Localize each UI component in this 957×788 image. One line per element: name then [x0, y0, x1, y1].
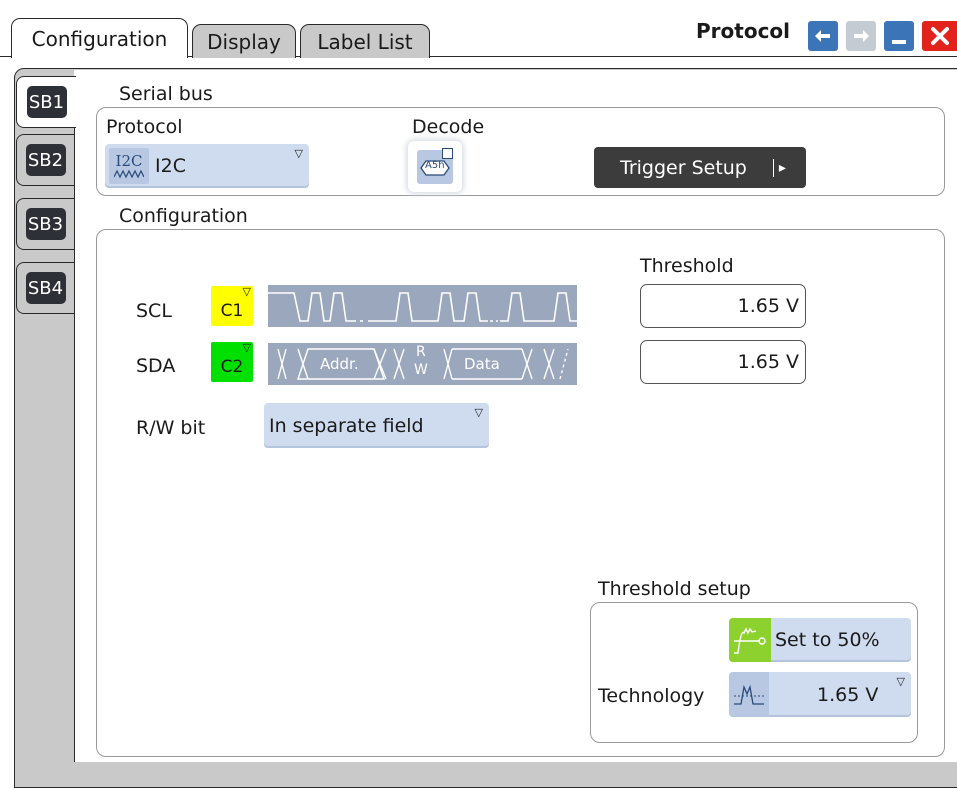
scl-threshold-value: 1.65 V	[737, 295, 799, 317]
side-tab-sb4-label: SB4	[25, 272, 66, 304]
redo-button[interactable]	[846, 21, 876, 51]
close-button[interactable]	[922, 21, 957, 51]
sda-wave-data: Data	[464, 355, 500, 373]
pulse-icon	[729, 672, 769, 717]
tab-configuration[interactable]: Configuration	[11, 18, 188, 58]
minimize-button[interactable]	[884, 21, 914, 51]
sda-channel-value: C2	[220, 357, 244, 377]
chevron-down-icon: ▽	[242, 285, 251, 298]
rw-bit-value: In separate field	[269, 414, 424, 437]
side-tab-sb1-label: SB1	[26, 86, 67, 118]
chevron-down-icon: ▽	[474, 406, 483, 419]
sda-wave-rw-r: R	[416, 344, 426, 360]
protocol-label: Protocol	[106, 116, 183, 138]
trigger-setup-button[interactable]: Trigger Setup ▸	[594, 147, 806, 188]
scl-channel-selector[interactable]: C1 ▽	[211, 285, 253, 326]
configuration-section-label: Configuration	[119, 205, 248, 227]
play-arrow-icon: ▸	[772, 158, 786, 177]
protocol-value: I2C	[155, 155, 186, 177]
protocol-dropdown[interactable]: I2C I2C ▽	[105, 144, 309, 188]
decode-icon-text: A5h	[425, 159, 445, 171]
scl-waveform	[268, 285, 577, 327]
close-icon	[930, 27, 949, 45]
scl-channel-value: C1	[220, 301, 244, 321]
side-tab-sb3-label: SB3	[25, 208, 66, 240]
rw-bit-label: R/W bit	[136, 417, 206, 439]
side-tab-sb3[interactable]: SB3	[16, 198, 74, 250]
threshold-setup-section-label: Threshold setup	[598, 578, 751, 600]
tab-label-list[interactable]: Label List	[300, 24, 430, 58]
sda-wave-rw-w: W	[414, 362, 428, 378]
decode-toggle[interactable]: A5h	[408, 141, 462, 192]
window-title: Protocol	[696, 19, 791, 43]
scl-label: SCL	[136, 300, 172, 322]
sda-channel-selector[interactable]: C2 ▽	[211, 341, 253, 382]
checkbox-icon	[442, 147, 453, 159]
chevron-down-icon: ▽	[242, 341, 251, 354]
undo-icon	[815, 30, 830, 42]
sda-threshold-input[interactable]: 1.65 V	[640, 340, 806, 384]
tab-display-label: Display	[207, 29, 281, 54]
sda-label: SDA	[136, 355, 176, 377]
sda-waveform: Addr. R W Data	[268, 343, 577, 385]
tab-configuration-label: Configuration	[31, 26, 168, 51]
technology-label: Technology	[598, 685, 705, 707]
i2c-protocol-icon: I2C	[109, 148, 149, 184]
decode-label: Decode	[412, 116, 485, 138]
redo-icon	[854, 30, 869, 42]
threshold-label: Threshold	[640, 255, 734, 277]
set-to-50-button[interactable]: Set to 50%	[729, 618, 911, 662]
side-tab-sb4[interactable]: SB4	[16, 262, 74, 314]
sda-threshold-value: 1.65 V	[737, 351, 799, 373]
chevron-down-icon: ▽	[896, 675, 905, 688]
tab-display[interactable]: Display	[192, 24, 296, 58]
technology-value: 1.65 V	[817, 683, 879, 706]
set-50-icon	[729, 618, 771, 662]
technology-dropdown[interactable]: 1.65 V ▽	[729, 672, 911, 717]
side-tab-sb2[interactable]: SB2	[16, 134, 74, 186]
serial-bus-section-label: Serial bus	[119, 83, 213, 105]
trigger-setup-label: Trigger Setup	[620, 156, 747, 179]
undo-button[interactable]	[808, 21, 838, 51]
chevron-down-icon: ▽	[294, 147, 303, 160]
minimize-icon	[892, 40, 906, 44]
side-tab-sb2-label: SB2	[25, 144, 66, 176]
set-to-50-label: Set to 50%	[775, 629, 880, 651]
scl-threshold-input[interactable]: 1.65 V	[640, 284, 806, 328]
side-tab-sb1[interactable]: SB1	[16, 76, 76, 128]
sda-wave-addr: Addr.	[320, 355, 359, 373]
rw-bit-dropdown[interactable]: In separate field ▽	[264, 403, 489, 448]
side-rail	[74, 128, 75, 762]
tab-label-list-label: Label List	[317, 29, 413, 54]
